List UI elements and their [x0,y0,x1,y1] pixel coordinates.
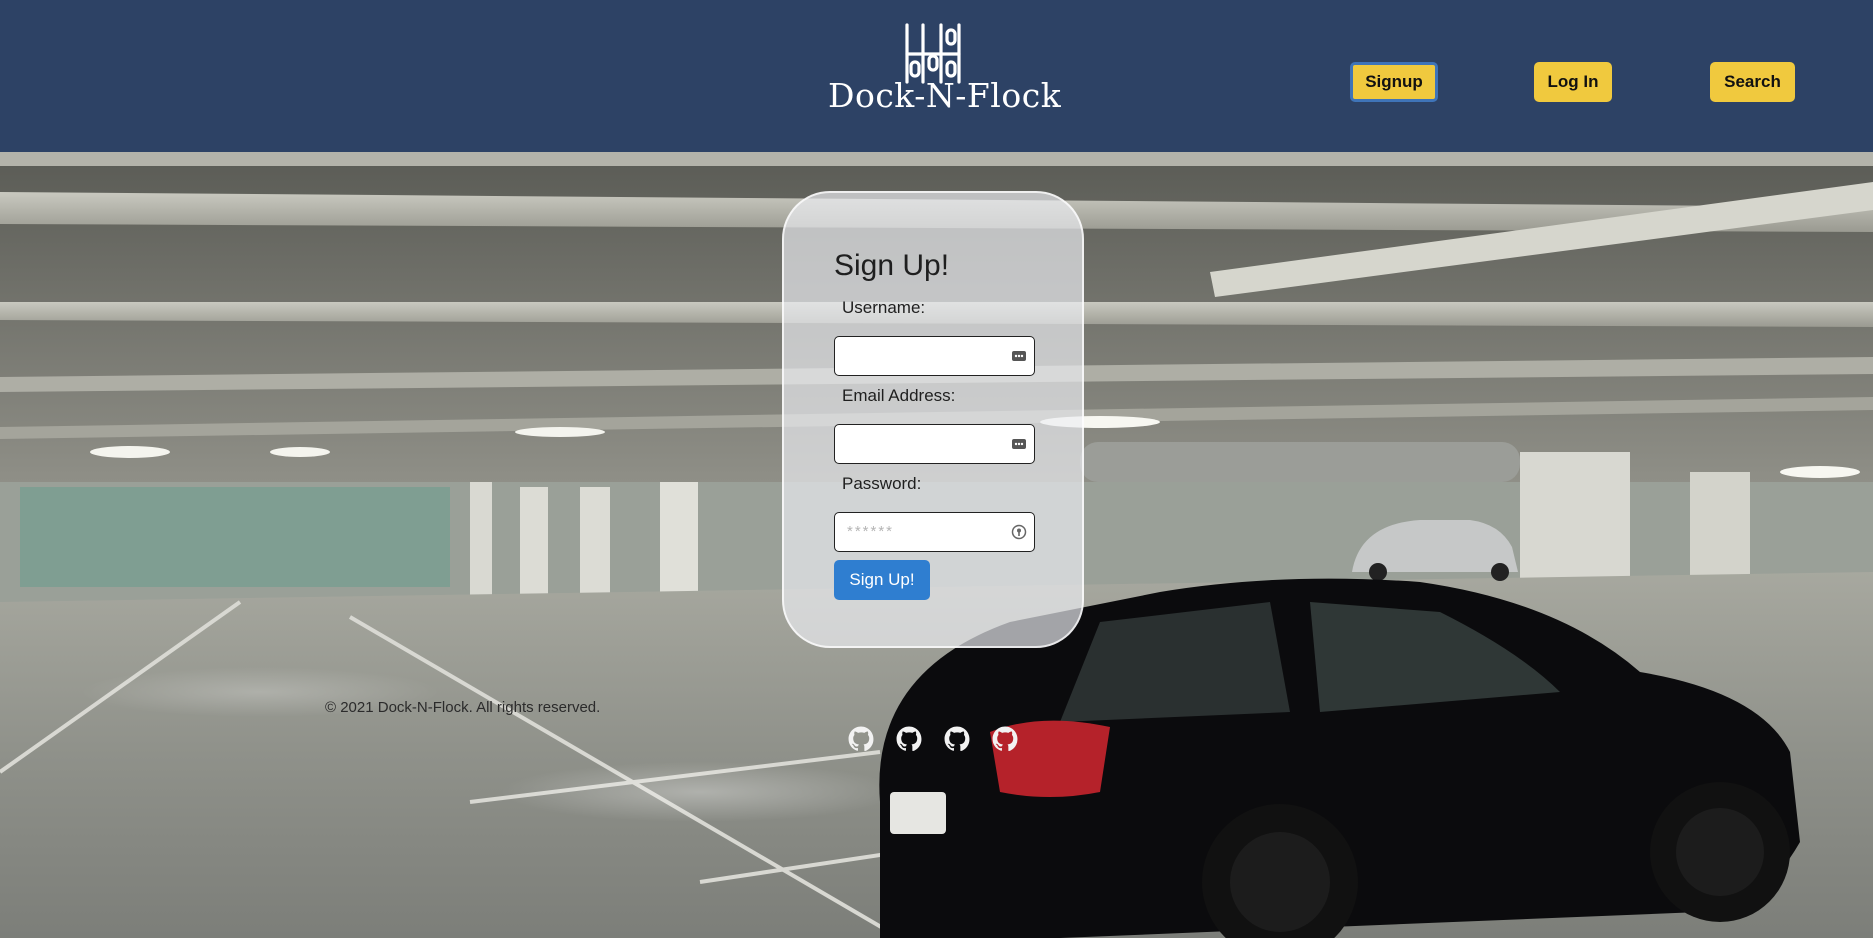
email-input[interactable] [835,425,1007,462]
github-icon[interactable] [896,726,922,752]
password-input[interactable] [835,513,1007,550]
copyright-text: © 2021 Dock-N-Flock. All rights reserved… [325,699,601,716]
signup-form-title: Sign Up! [834,249,950,282]
signup-nav-button[interactable]: Signup [1350,62,1438,102]
signup-submit-button[interactable]: Sign Up! [834,560,930,600]
autofill-icon[interactable] [1011,348,1027,364]
login-nav-button[interactable]: Log In [1534,62,1612,102]
password-label: Password: [842,474,922,493]
password-field-box [834,512,1035,552]
brand-name: Dock-N-Flock [828,76,1062,115]
github-icon[interactable] [848,726,874,752]
username-field-box [834,336,1035,376]
password-key-icon[interactable] [1011,524,1027,540]
email-field-box [834,424,1035,464]
email-label: Email Address: [842,386,956,405]
brand-logo[interactable]: Dock-N-Flock [828,22,1062,115]
username-label: Username: [842,298,926,317]
site-header: Dock-N-Flock Signup Log In Search [0,0,1873,152]
username-input[interactable] [835,337,1007,374]
search-nav-button[interactable]: Search [1710,62,1795,102]
github-icon[interactable] [944,726,970,752]
signup-form-card: Sign Up! Username: Email Address: Passwo… [782,191,1084,648]
autofill-icon[interactable] [1011,436,1027,452]
github-icon[interactable] [992,726,1018,752]
